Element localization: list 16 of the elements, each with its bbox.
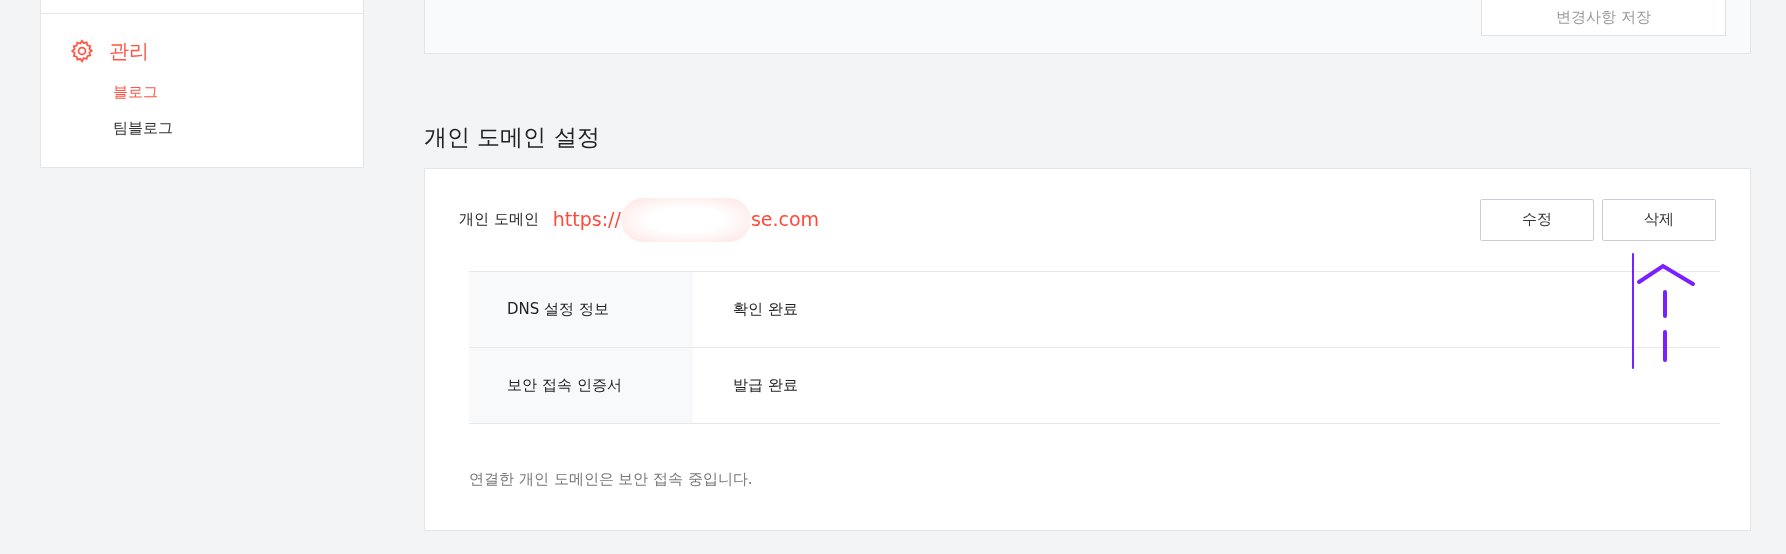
row-label: DNS 설정 정보 bbox=[469, 271, 693, 347]
delete-button[interactable]: 삭제 bbox=[1602, 198, 1716, 241]
section-title: 관리 bbox=[109, 38, 149, 65]
domain-url[interactable]: se.com bbox=[750, 205, 820, 234]
row-value: 확인 완료 bbox=[732, 298, 798, 320]
sidebar-item[interactable]: 블로그 bbox=[41, 82, 363, 102]
sidebar-item[interactable]: 팀블로그 bbox=[41, 118, 363, 138]
edit-button[interactable]: 수정 bbox=[1480, 198, 1594, 241]
section-heading: 개인 도메인 설정 bbox=[424, 124, 601, 152]
row-label: 보안 접속 인증서 bbox=[469, 347, 693, 423]
row-value: 발급 완료 bbox=[732, 374, 798, 396]
domain-url[interactable]: https:// bbox=[552, 205, 621, 234]
gear-icon bbox=[69, 38, 95, 64]
status-note: 연결한 개인 도메인은 보안 접속 중입니다. bbox=[469, 468, 754, 490]
domain-label: 개인 도메인 bbox=[459, 209, 539, 231]
save-changes-button[interactable]: 변경사항 저장 bbox=[1481, 0, 1726, 36]
